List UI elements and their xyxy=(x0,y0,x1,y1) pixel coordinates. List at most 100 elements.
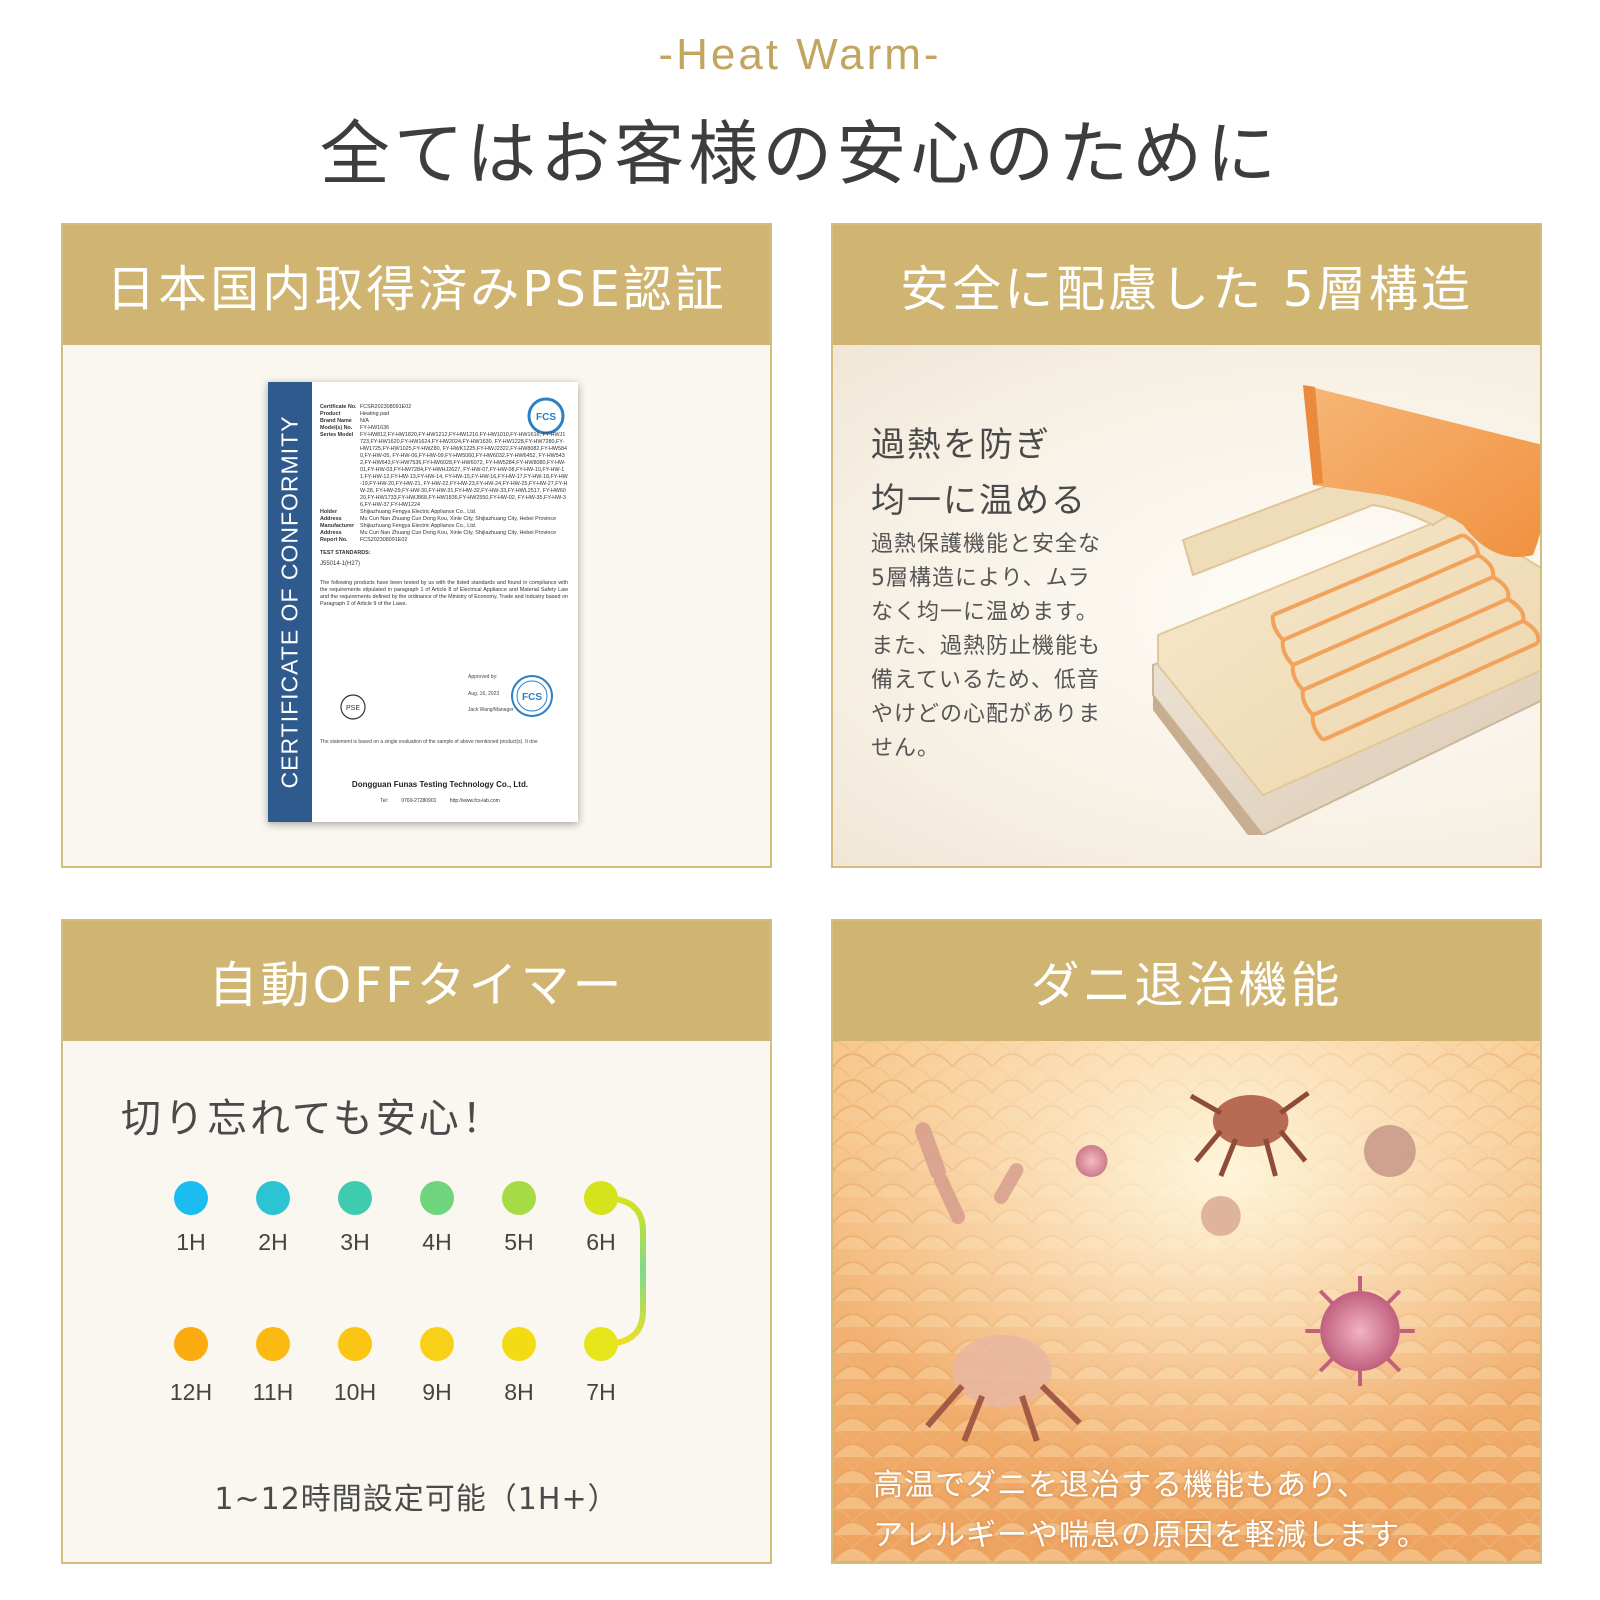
timer-dot-8h xyxy=(502,1327,536,1361)
layer-description: 過熱保護機能と安全な 5層構造により、ムラ なく均一に温めます。 また、過熱防止機能も… xyxy=(871,528,1131,766)
layer-description-line: 備えているため、低音 xyxy=(871,668,1100,693)
timer-label-8h: 8H xyxy=(504,1379,534,1405)
pse-mark-text: PSE xyxy=(346,705,360,712)
layer-description-line: せん。 xyxy=(871,736,941,761)
layer-heading-line2: 均一に温める xyxy=(871,481,1087,521)
timer-side-line xyxy=(602,1195,646,1347)
certificate-band-text: CERTIFICATE OF CONFORMITY xyxy=(276,415,303,789)
certificate-row-key: Certificate No. xyxy=(320,404,357,410)
virus-icon xyxy=(1200,1196,1241,1236)
timer-dot-12h xyxy=(174,1327,208,1361)
timer-label-10h: 10H xyxy=(333,1379,377,1405)
timer-dot-10h xyxy=(338,1327,372,1361)
virus-icon xyxy=(1305,1276,1415,1386)
timer-label-1h: 1H xyxy=(176,1229,206,1255)
page-title: 全てはお客様の安心のために xyxy=(319,113,1281,195)
certificate-row: Manufacturer Shijiazhuang Fengya Electric… xyxy=(320,523,568,530)
certificate-series-key: Series Model xyxy=(320,432,354,438)
certificate-row: Brand Name N/A xyxy=(320,418,568,425)
certificate-date: Aug. 16, 2023 xyxy=(468,691,500,697)
pse-certification-card: 日本国内取得済みPSE認証 CERTIFICATE OF CONFORMITY … xyxy=(61,223,772,868)
layer-card-body: 過熱を防ぎ 均一に温める 過熱保護機能と安全な 5層構造により、ムラ なく均一に温め… xyxy=(833,345,1540,866)
certificate-row: Address Mu Cun Nan Zhuang Cun Dong Kou, X… xyxy=(320,516,568,523)
timer-dot-7h xyxy=(584,1327,618,1361)
timer-label-4h: 4H xyxy=(422,1229,452,1255)
five-layer-illustration xyxy=(1152,385,1540,835)
mite-card-title: ダニ退治機能 xyxy=(833,921,1540,1041)
timer-label-12h: 12H xyxy=(169,1379,213,1405)
timer-dot-1h xyxy=(174,1181,208,1215)
layer-heading-line1: 過熱を防ぎ xyxy=(871,425,1051,465)
virus-icon xyxy=(1363,1125,1416,1177)
timer-dot-4h xyxy=(420,1181,454,1215)
layer-description-line: 過熱保護機能と安全な xyxy=(871,532,1102,557)
certificate-series-row: Series Model FY-HW812,FY-HW1820,FY-HW121… xyxy=(320,432,568,509)
auto-off-timer-card: 自動OFFタイマー 切り忘れても安心！ 1H 2H 3H 4H 5H 6H 12H 11H xyxy=(61,919,772,1564)
certificate-content: Certificate No. FCSR202308091E02 Product He… xyxy=(320,404,568,608)
certificate-row: Product Heating pad xyxy=(320,411,568,418)
certificate-row-value: Heating pad xyxy=(360,411,390,417)
timer-label-2h: 2H xyxy=(258,1229,288,1255)
timer-dot-5h xyxy=(502,1181,536,1215)
certificate-side-band: CERTIFICATE OF CONFORMITY xyxy=(268,382,312,822)
certificate-row-key: Product xyxy=(320,411,341,417)
timer-label-3h: 3H xyxy=(340,1229,370,1255)
pse-mark-icon: PSE xyxy=(340,694,366,720)
certificate-row-key: Model(s) No. xyxy=(320,425,353,431)
certificate-standards-title: TEST STANDARDS: xyxy=(320,550,371,556)
certificate-row: Model(s) No. FY-HW1636 xyxy=(320,425,568,432)
timer-label-7h: 7H xyxy=(586,1379,616,1405)
certificate-row-key: Holder xyxy=(320,509,338,515)
layer-card-title: 安全に配慮した 5層構造 xyxy=(833,225,1540,345)
certificate-row-value: Mu Cun Nan Zhuang Cun Dong Kou, Xinle Ci… xyxy=(360,516,557,522)
mite-caption-line2: アレルギーや喘息の原因を軽減します。 xyxy=(873,1518,1428,1553)
certificate-row-value: FY-HW1636 xyxy=(360,425,390,431)
mite-card-body: 高温でダニを退治する機能もあり、 アレルギーや喘息の原因を軽減します。 xyxy=(833,1041,1540,1562)
layer-description-line: なく均一に温めます。 xyxy=(871,600,1099,625)
certificate-row-value: N/A xyxy=(360,418,369,424)
layer-description-line: やけどの心配がありま xyxy=(871,702,1102,727)
certificate-paragraph: The following products have been tested … xyxy=(320,580,568,607)
certificate-row: Report No. FCS202308091E02 xyxy=(320,537,568,544)
certificate-signer: Jack Wang/Manager xyxy=(468,707,514,713)
virus-icon xyxy=(1075,1145,1108,1177)
certificate-row-key: Report No. xyxy=(320,537,348,543)
certificate-note: The statement is based on a single evalu… xyxy=(320,739,538,745)
certificate-row-value: Shijiazhuang Fengya Electric Appliance C… xyxy=(360,523,477,529)
mite-caption: 高温でダニを退治する機能もあり、 アレルギーや喘息の原因を軽減します。 xyxy=(873,1461,1428,1561)
certificate-document: CERTIFICATE OF CONFORMITY FCS Certificat… xyxy=(268,382,578,822)
layer-heading: 過熱を防ぎ 均一に温める xyxy=(871,417,1087,529)
certificate-row-key: Address xyxy=(320,516,342,522)
timer-label-6h: 6H xyxy=(586,1229,616,1255)
pse-card-title: 日本国内取得済みPSE認証 xyxy=(63,225,770,345)
timer-card-title: 自動OFFタイマー xyxy=(63,921,770,1041)
certificate-approved-by: Approved by: xyxy=(468,674,498,680)
fcs-stamp-text: FCS xyxy=(522,692,542,703)
certificate-standard: J55014-1(H27) xyxy=(320,561,361,567)
layer-structure-card: 安全に配慮した 5層構造 過熱を防ぎ 均一に温める 過熱保護機能と安全な 5層構造… xyxy=(831,223,1542,868)
layer-description-line: また、過熱防止機能も xyxy=(871,634,1102,659)
timer-dot-3h xyxy=(338,1181,372,1215)
certificate-contact: Tel: 0769-27280901 http://www.fcs-lab.co… xyxy=(380,798,500,804)
certificate-company: Dongguan Funas Testing Technology Co., L… xyxy=(351,780,529,789)
timer-card-body: 切り忘れても安心！ 1H 2H 3H 4H 5H 6H 12H 11H 10H 9H 8H 7H 1… xyxy=(63,1041,770,1562)
layer-description-line: 5層構造により、ムラ xyxy=(871,566,1091,591)
timer-dot-6h xyxy=(584,1181,618,1215)
timer-dot-11h xyxy=(256,1327,290,1361)
pse-card-body: CERTIFICATE OF CONFORMITY FCS Certificat… xyxy=(63,345,770,866)
certificate-row-key: Manufacturer xyxy=(320,523,355,529)
certificate-row-key: Brand Name xyxy=(320,418,352,424)
tagline: -Heat Warm- xyxy=(658,30,942,79)
timer-label-9h: 9H xyxy=(422,1379,452,1405)
certificate-row-value: FCSR202308091E02 xyxy=(360,404,412,410)
mite-caption-line1: 高温でダニを退治する機能もあり、 xyxy=(873,1468,1368,1503)
certificate-row-key: Address xyxy=(320,530,342,536)
mite-removal-card: ダニ退治機能 高温でダニを退治する機能もあり、 アレルギーや喘息の原因を軽減しま… xyxy=(831,919,1542,1564)
certificate-series-models: FY-HW812,FY-HW1820,FY-HW1212,FY-HW1216,F… xyxy=(360,432,568,508)
certificate-row: Address Mu Cun Nan Zhuang Cun Dong Kou, X… xyxy=(320,530,568,537)
timer-range-note: 1~12時間設定可能（1H+） xyxy=(214,1482,619,1517)
timer-label-5h: 5H xyxy=(504,1229,534,1255)
timer-dot-2h xyxy=(256,1181,290,1215)
fcs-stamp-icon: FCS xyxy=(511,675,553,717)
certificate-row-value: Shijiazhuang Fengya Electric Appliance C… xyxy=(360,509,477,515)
